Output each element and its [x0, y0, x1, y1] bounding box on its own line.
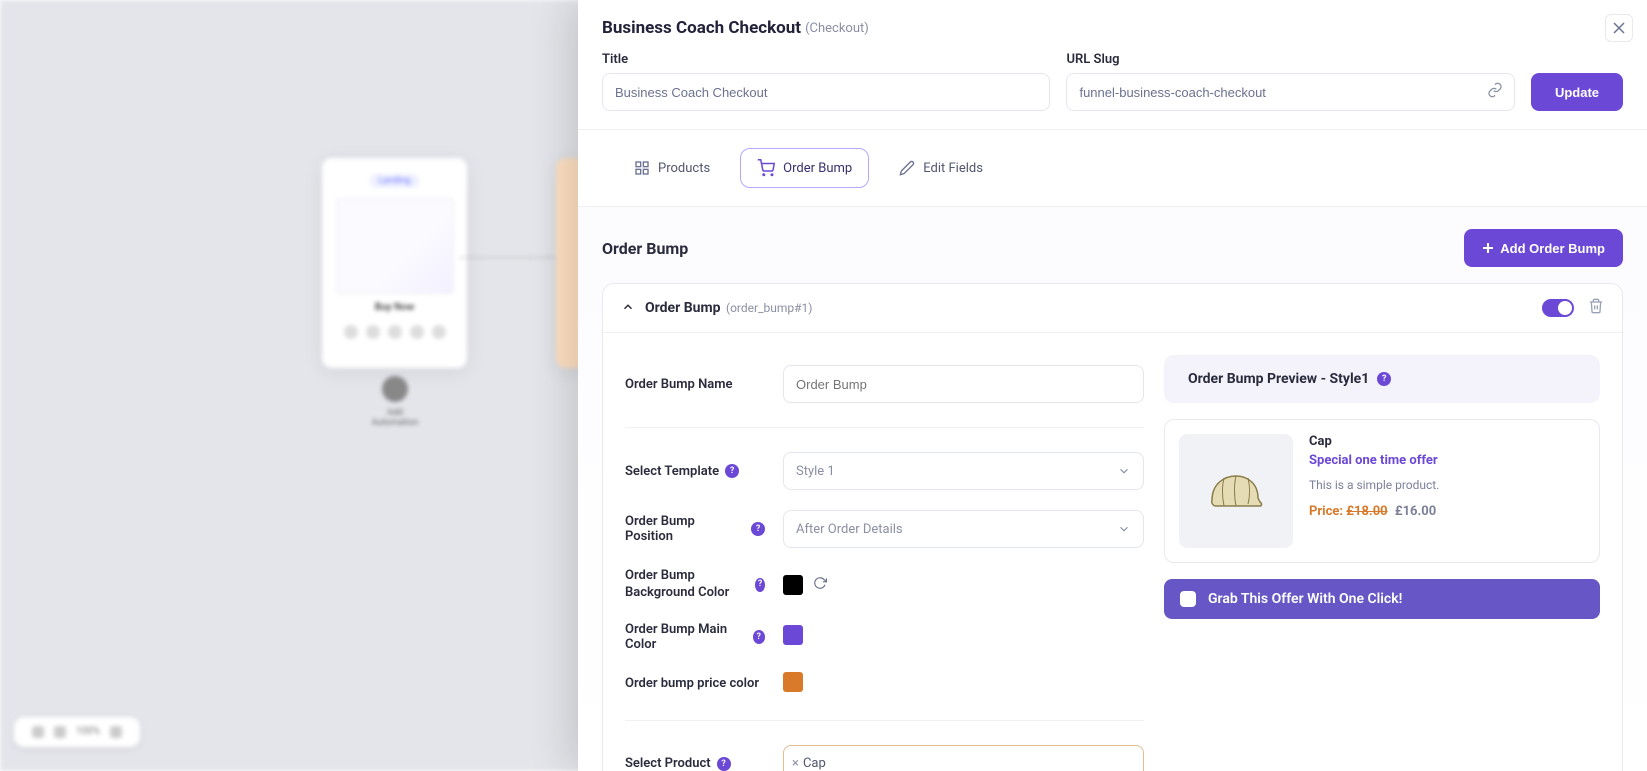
tab-edit-fields[interactable]: Edit Fields [883, 148, 999, 188]
help-icon[interactable]: ? [725, 464, 739, 478]
canvas-step-title: Buy Now [332, 302, 457, 313]
price-color-swatch[interactable] [783, 672, 803, 692]
canvas-step-badge: Landing [370, 174, 418, 188]
select-product-label: Select Product ? [625, 756, 765, 771]
chevron-down-icon [1117, 464, 1131, 478]
row-template: Select Template ? Style 1 [625, 442, 1144, 500]
template-label: Select Template ? [625, 464, 765, 479]
page-title-suffix: (Checkout) [805, 21, 869, 36]
chevron-down-icon [1117, 522, 1131, 536]
section-title: Order Bump [602, 239, 688, 258]
tab-order-bump-label: Order Bump [783, 161, 852, 176]
tab-order-bump[interactable]: Order Bump [740, 148, 869, 188]
divider [625, 427, 1144, 428]
divider [625, 720, 1144, 721]
order-bump-form: Order Bump Name Select Template ? [625, 355, 1144, 771]
preview-box: Cap Special one time offer This is a sim… [1164, 419, 1600, 563]
preview-price: Price: £18.00 £16.00 [1309, 504, 1585, 519]
position-select[interactable]: After Order Details [783, 510, 1144, 548]
main-color-swatch[interactable] [783, 625, 803, 645]
bg-color-label: Order Bump Background Color ? [625, 568, 765, 602]
order-bump-card-body: Order Bump Name Select Template ? [603, 333, 1622, 771]
slug-label: URL Slug [1066, 52, 1514, 67]
product-chip[interactable]: ×Cap [792, 756, 826, 771]
help-icon[interactable]: ? [755, 578, 765, 592]
row-position: Order Bump Position ? After Order Detail… [625, 500, 1144, 558]
refresh-icon [813, 576, 827, 590]
close-icon [1613, 22, 1625, 34]
price-color-label: Order bump price color [625, 676, 765, 691]
tab-edit-fields-label: Edit Fields [923, 161, 983, 176]
order-bump-card: Order Bump (order_bump#1) Order Bump Nam… [602, 283, 1623, 771]
order-bump-card-title: Order Bump (order_bump#1) [645, 300, 812, 316]
slug-field: URL Slug [1066, 52, 1514, 111]
name-label: Order Bump Name [625, 377, 765, 392]
tab-products[interactable]: Products [618, 148, 726, 188]
canvas-zoom-bar: 100% [14, 717, 140, 747]
row-name: Order Bump Name [625, 355, 1144, 413]
order-bump-enable-toggle[interactable] [1542, 299, 1574, 317]
bg-color-swatch[interactable] [783, 575, 803, 595]
help-icon[interactable]: ? [753, 630, 765, 644]
order-bump-card-header[interactable]: Order Bump (order_bump#1) [603, 284, 1622, 333]
row-select-product: Select Product ? ×Cap [625, 735, 1144, 771]
template-select[interactable]: Style 1 [783, 452, 1144, 490]
pencil-icon [899, 160, 915, 176]
preview-heading: Order Bump Preview - Style1 ? [1164, 355, 1600, 403]
update-button[interactable]: Update [1531, 73, 1623, 111]
position-label: Order Bump Position ? [625, 514, 765, 544]
delete-order-bump-button[interactable] [1588, 298, 1604, 318]
tab-products-label: Products [658, 161, 710, 176]
section-header: Order Bump Add Order Bump [602, 207, 1623, 283]
preview-product-image [1179, 434, 1293, 548]
add-order-bump-button[interactable]: Add Order Bump [1464, 229, 1623, 267]
row-main-color: Order Bump Main Color ? [625, 612, 1144, 662]
cart-icon [757, 159, 775, 177]
grab-text: Grab This Offer With One Click! [1208, 591, 1402, 607]
main-color-label: Order Bump Main Color ? [625, 622, 765, 652]
grid-icon [634, 160, 650, 176]
reset-color-button[interactable] [813, 575, 827, 594]
cap-icon [1204, 466, 1268, 516]
help-icon[interactable]: ? [751, 522, 765, 536]
preview-grab-bar[interactable]: Grab This Offer With One Click! [1164, 579, 1600, 619]
link-icon[interactable] [1487, 82, 1503, 102]
canvas-add-step: Add Automation [370, 376, 420, 428]
canvas-step-actions [332, 325, 457, 339]
plus-icon [1482, 242, 1494, 254]
help-icon[interactable]: ? [1377, 372, 1391, 386]
chevron-up-icon [621, 299, 635, 318]
select-product-input[interactable]: ×Cap [783, 745, 1144, 771]
grab-checkbox[interactable] [1180, 591, 1196, 607]
row-price-color: Order bump price color [625, 662, 1144, 706]
canvas-step-card: Landing Buy Now [322, 158, 467, 368]
title-field: Title [602, 52, 1050, 111]
preview-offer-text: Special one time offer [1309, 453, 1585, 468]
add-order-bump-label: Add Order Bump [1500, 241, 1605, 256]
row-bg-color: Order Bump Background Color ? [625, 558, 1144, 612]
slug-input[interactable] [1066, 73, 1514, 111]
close-button[interactable] [1605, 14, 1633, 42]
preview-description: This is a simple product. [1309, 478, 1585, 492]
preview-product-name: Cap [1309, 434, 1585, 449]
tab-bar: Products Order Bump Edit Fields [578, 130, 1647, 207]
trash-icon [1588, 298, 1604, 314]
canvas-step-thumbnail [336, 198, 454, 294]
panel-header: Business Coach Checkout (Checkout) Title… [578, 0, 1647, 130]
panel-body: Order Bump Add Order Bump Order Bump (or… [578, 207, 1647, 771]
checkout-settings-panel: Business Coach Checkout (Checkout) Title… [578, 0, 1647, 771]
canvas-connector [460, 257, 560, 258]
help-icon[interactable]: ? [717, 757, 731, 771]
order-bump-preview: Order Bump Preview - Style1 ? [1164, 355, 1600, 771]
page-title: Business Coach Checkout [602, 18, 801, 38]
title-label: Title [602, 52, 1050, 67]
name-input[interactable] [783, 365, 1144, 403]
title-input[interactable] [602, 73, 1050, 111]
remove-chip-icon[interactable]: × [792, 756, 799, 771]
